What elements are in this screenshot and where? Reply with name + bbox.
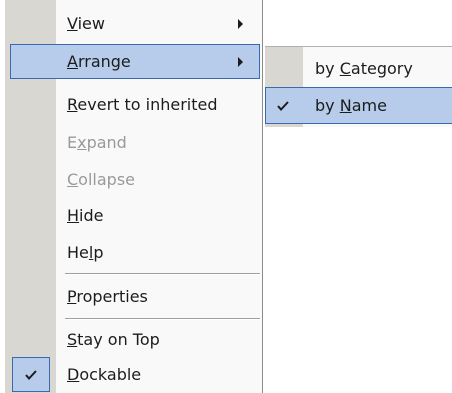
menu-separator (65, 318, 260, 320)
context-menu: View Arrange Revert to inherited Expand … (5, 0, 263, 393)
menu-item-label: Arrange (67, 52, 131, 71)
menu-separator (65, 273, 260, 275)
menu-item-revert-to-inherited[interactable]: Revert to inherited (5, 86, 263, 123)
submenu-arrow-icon (238, 56, 243, 67)
menu-item-label: Help (67, 243, 104, 262)
menu-item-label: Revert to inherited (67, 95, 218, 114)
menu-item-label: Expand (67, 133, 127, 152)
menu-item-properties[interactable]: Properties (5, 278, 263, 315)
menu-item-hide[interactable]: Hide (5, 197, 263, 234)
submenu-item-label: by Category (315, 59, 413, 78)
menu-item-label: Collapse (67, 170, 135, 189)
background-area (265, 0, 452, 46)
menu-item-help[interactable]: Help (5, 234, 263, 271)
menu-item-view[interactable]: View (5, 5, 263, 42)
submenu-item-by-category[interactable]: by Category (265, 50, 452, 87)
menu-item-label: Stay on Top (67, 330, 160, 349)
arrange-submenu: by Category by Name (265, 46, 452, 127)
menu-item-dockable[interactable]: Dockable (5, 356, 263, 393)
menu-item-collapse[interactable]: Collapse (5, 161, 263, 198)
menu-item-arrange[interactable]: Arrange (10, 44, 260, 79)
menu-item-expand[interactable]: Expand (5, 124, 263, 161)
menu-item-label: View (67, 14, 105, 33)
menu-item-label: Dockable (67, 365, 142, 384)
menu-item-stay-on-top[interactable]: Stay on Top (5, 321, 263, 358)
checked-indicator (12, 357, 50, 392)
check-icon (277, 100, 289, 111)
menu-item-label: Properties (67, 287, 148, 306)
submenu-item-by-name[interactable]: by Name (265, 87, 452, 124)
menu-item-label: Hide (67, 206, 104, 225)
submenu-item-label: by Name (315, 96, 387, 115)
submenu-arrow-icon (238, 18, 243, 29)
check-icon (25, 369, 37, 380)
